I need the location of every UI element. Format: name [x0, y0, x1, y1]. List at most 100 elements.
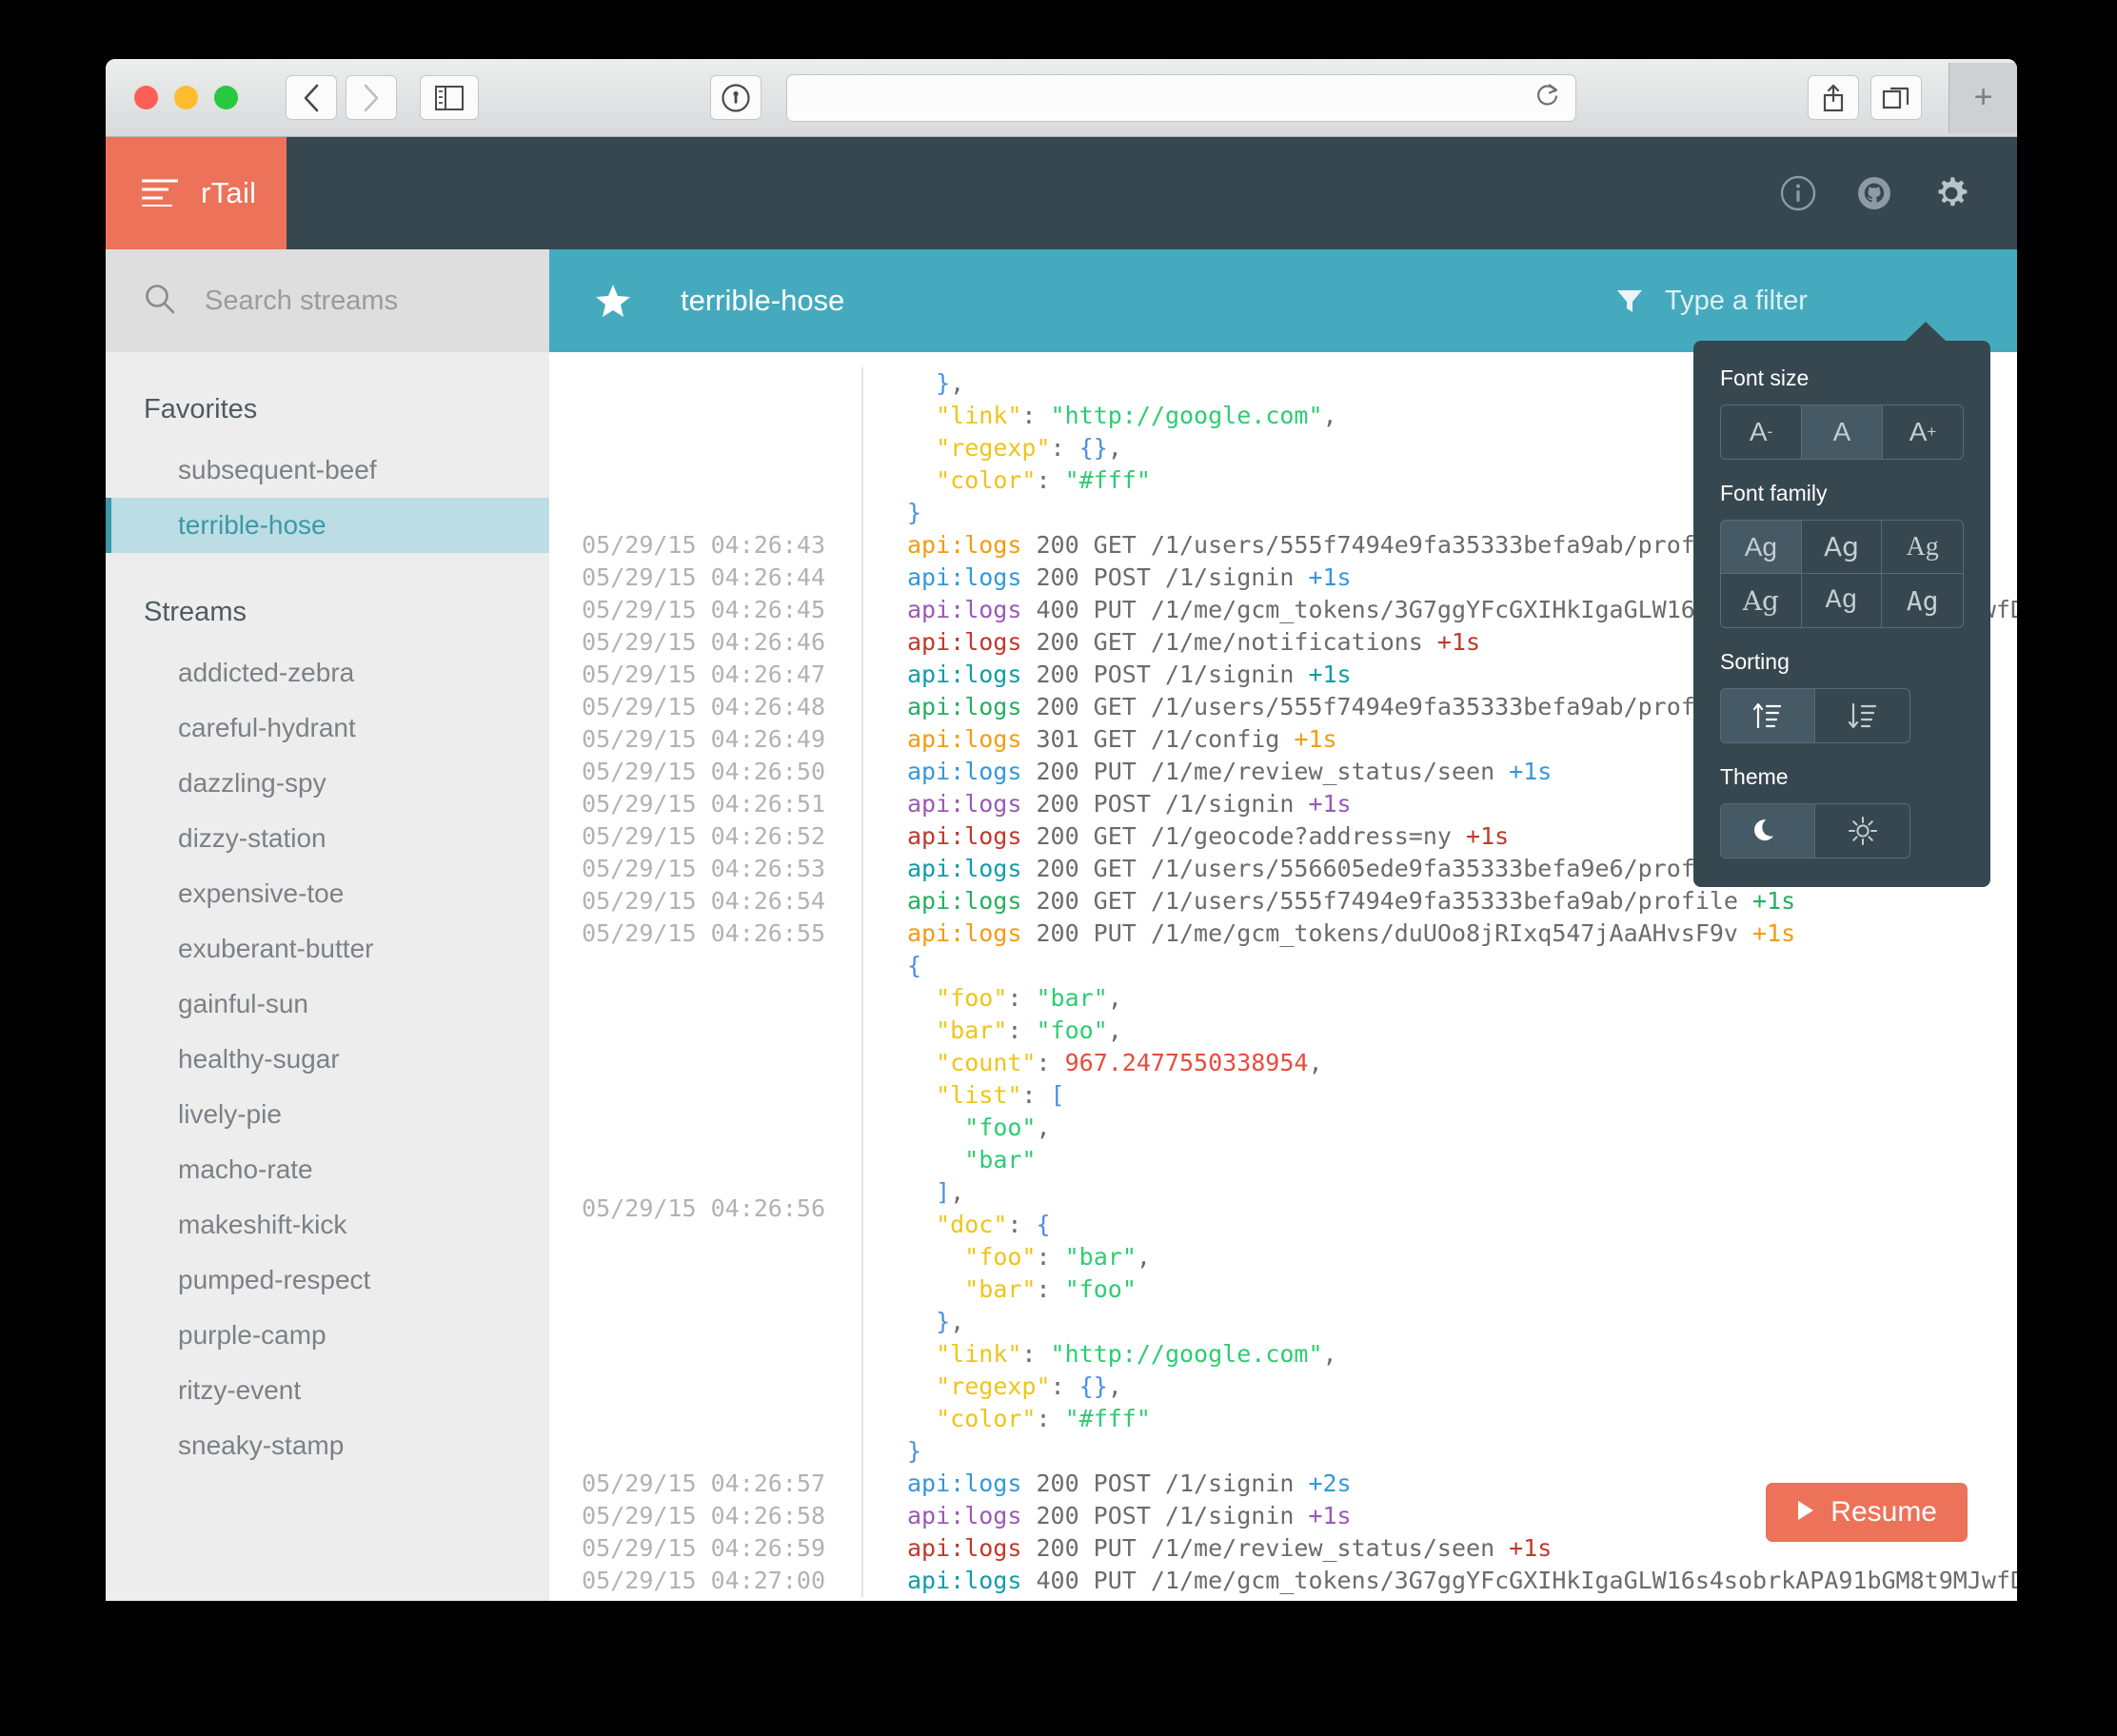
sidebar-item-gainful-sun[interactable]: gainful-sun — [106, 976, 549, 1032]
new-tab-button[interactable]: + — [1949, 62, 2017, 133]
font-family-2-label: Ag — [1824, 531, 1859, 562]
window-controls — [134, 86, 238, 109]
log-timestamp: 05/29/15 04:26:56 — [549, 950, 863, 1468]
moon-icon — [1754, 819, 1773, 841]
sidebar-item-expensive-toe[interactable]: expensive-toe — [106, 866, 549, 921]
app-header: rTail — [106, 137, 2017, 249]
font-family-4[interactable]: Ag — [1721, 574, 1802, 627]
font-size-label: Font size — [1720, 365, 1810, 390]
search-input[interactable] — [205, 285, 490, 317]
log-timestamp: 05/29/15 04:26:52 — [549, 820, 863, 853]
favorites-heading: Favorites — [144, 394, 258, 424]
font-family-2[interactable]: Ag — [1801, 521, 1883, 574]
close-window-button[interactable] — [134, 86, 158, 109]
font-family-6[interactable]: Ag — [1882, 574, 1963, 627]
log-message: api:logs 400 PUT /1/me/gcm_tokens/3G7ggY… — [907, 1567, 2017, 1594]
sidebar-item-macho-rate[interactable]: macho-rate — [106, 1142, 549, 1197]
sidebar-item-dizzy-station[interactable]: dizzy-station — [106, 811, 549, 866]
sidebar-item-healthy-sugar[interactable]: healthy-sugar — [106, 1032, 549, 1087]
app-header-spacer — [287, 137, 1779, 249]
log-timestamp: 05/29/15 04:26:48 — [549, 691, 863, 723]
log-timestamp: 05/29/15 04:26:53 — [549, 853, 863, 885]
sidebar-item-addicted-zebra[interactable]: addicted-zebra — [106, 645, 549, 700]
log-timestamp: 05/29/15 04:26:51 — [549, 788, 863, 820]
sidebar-item-sneaky-stamp[interactable]: sneaky-stamp — [106, 1418, 549, 1473]
theme-label: Theme — [1720, 764, 1789, 789]
info-icon[interactable] — [1779, 174, 1817, 212]
sorting-label: Sorting — [1720, 649, 1790, 674]
font-size-reset-label: A — [1832, 417, 1851, 446]
sidebar-item-careful-hydrant[interactable]: careful-hydrant — [106, 700, 549, 756]
sidebar-item-exuberant-butter[interactable]: exuberant-butter — [106, 921, 549, 976]
password-manager-button[interactable] — [710, 75, 762, 120]
sort-descending[interactable] — [1815, 689, 1909, 742]
app-header-actions — [1779, 137, 2017, 249]
log-timestamp: 05/29/15 04:26:50 — [549, 756, 863, 788]
sidebar-item-purple-camp[interactable]: purple-camp — [106, 1308, 549, 1363]
show-tabs-icon — [1882, 87, 1909, 108]
share-icon — [1823, 84, 1844, 111]
font-size-group: A- A A + — [1720, 404, 1964, 460]
font-family-6-label: Ag — [1906, 584, 1939, 617]
sidebar-item-lively-pie[interactable]: lively-pie — [106, 1087, 549, 1142]
address-input[interactable] — [787, 83, 1575, 112]
rtail-lines-icon — [140, 174, 182, 213]
sun-icon — [1848, 817, 1877, 845]
app-brand[interactable]: rTail — [106, 137, 287, 249]
font-size-increase-sup: + — [1927, 423, 1937, 441]
font-family-5[interactable]: Ag — [1802, 574, 1883, 627]
resume-button[interactable]: Resume — [1766, 1483, 1968, 1542]
forward-button[interactable] — [346, 75, 397, 120]
resume-label: Resume — [1830, 1496, 1937, 1528]
font-size-increase[interactable]: A + — [1883, 405, 1963, 459]
streams-heading: Streams — [144, 597, 247, 627]
sort-ascending[interactable] — [1721, 689, 1815, 742]
search-icon — [144, 283, 176, 320]
font-family-1-label: Ag — [1744, 531, 1777, 562]
address-bar[interactable] — [786, 73, 1576, 122]
log-message: api:logs 200 PUT /1/me/gcm_tokens/duUOo8… — [907, 919, 1796, 947]
github-icon[interactable] — [1855, 174, 1893, 212]
log-row: 05/29/15 04:27:00 api:logs 400 PUT /1/me/… — [549, 1565, 2017, 1597]
font-size-reset[interactable]: A — [1802, 405, 1883, 459]
theme-group — [1720, 803, 1910, 858]
theme-dark[interactable] — [1721, 804, 1815, 858]
share-button[interactable] — [1808, 75, 1859, 120]
sidebar-item-makeshift-kick[interactable]: makeshift-kick — [106, 1197, 549, 1253]
filter-area — [1615, 285, 2017, 317]
log-timestamp: 05/29/15 04:26:57 — [549, 1468, 863, 1500]
filter-input[interactable] — [1665, 285, 1979, 317]
settings-popover: Font size A- A A + Font family Ag Ag Ag A… — [1693, 322, 1990, 887]
sidebar-item-ritzy-event[interactable]: ritzy-event — [106, 1363, 549, 1418]
theme-light[interactable] — [1815, 804, 1909, 858]
star-icon[interactable] — [595, 283, 631, 319]
log-message: { "foo": "bar", "bar": "foo", "count": 9… — [907, 952, 1337, 1465]
maximize-window-button[interactable] — [214, 86, 238, 109]
font-family-3[interactable]: Ag — [1882, 521, 1963, 574]
font-family-1[interactable]: Ag — [1721, 521, 1802, 574]
minimize-window-button[interactable] — [174, 86, 198, 109]
sidebar: Favorites subsequent-beefterrible-hose S… — [106, 249, 549, 1601]
sort-descending-icon — [1848, 702, 1876, 729]
sorting-group — [1720, 688, 1910, 743]
sidebar-item-subsequent-beef[interactable]: subsequent-beef — [106, 443, 549, 498]
1password-icon — [722, 83, 750, 112]
app-title: rTail — [201, 176, 257, 209]
sidebar-item-pumped-respect[interactable]: pumped-respect — [106, 1253, 549, 1308]
streams-list: addicted-zebra careful-hydrant dazzling-sp… — [106, 645, 549, 1473]
gear-icon[interactable] — [1931, 173, 1971, 213]
show-tabs-button[interactable] — [1870, 75, 1922, 120]
font-size-decrease-label: A — [1749, 417, 1768, 446]
reload-button[interactable] — [1535, 81, 1560, 114]
popover-arrow — [1905, 322, 1947, 342]
font-size-decrease[interactable]: A- — [1721, 405, 1802, 459]
sidebar-item-terrible-hose[interactable]: terrible-hose — [106, 498, 549, 553]
stream-title: terrible-hose — [681, 284, 845, 317]
sidebar-item-dazzling-spy[interactable]: dazzling-spy — [106, 756, 549, 811]
sidebar-toggle-button[interactable] — [420, 75, 479, 120]
search-bar[interactable] — [106, 249, 549, 352]
log-timestamp: 05/29/15 04:26:43 — [549, 529, 863, 562]
back-button[interactable] — [286, 75, 337, 120]
log-row: 05/29/15 04:26:54 api:logs 200 GET /1/use… — [549, 885, 2017, 917]
log-row: 05/29/15 04:26:55 api:logs 200 PUT /1/me/… — [549, 917, 2017, 950]
